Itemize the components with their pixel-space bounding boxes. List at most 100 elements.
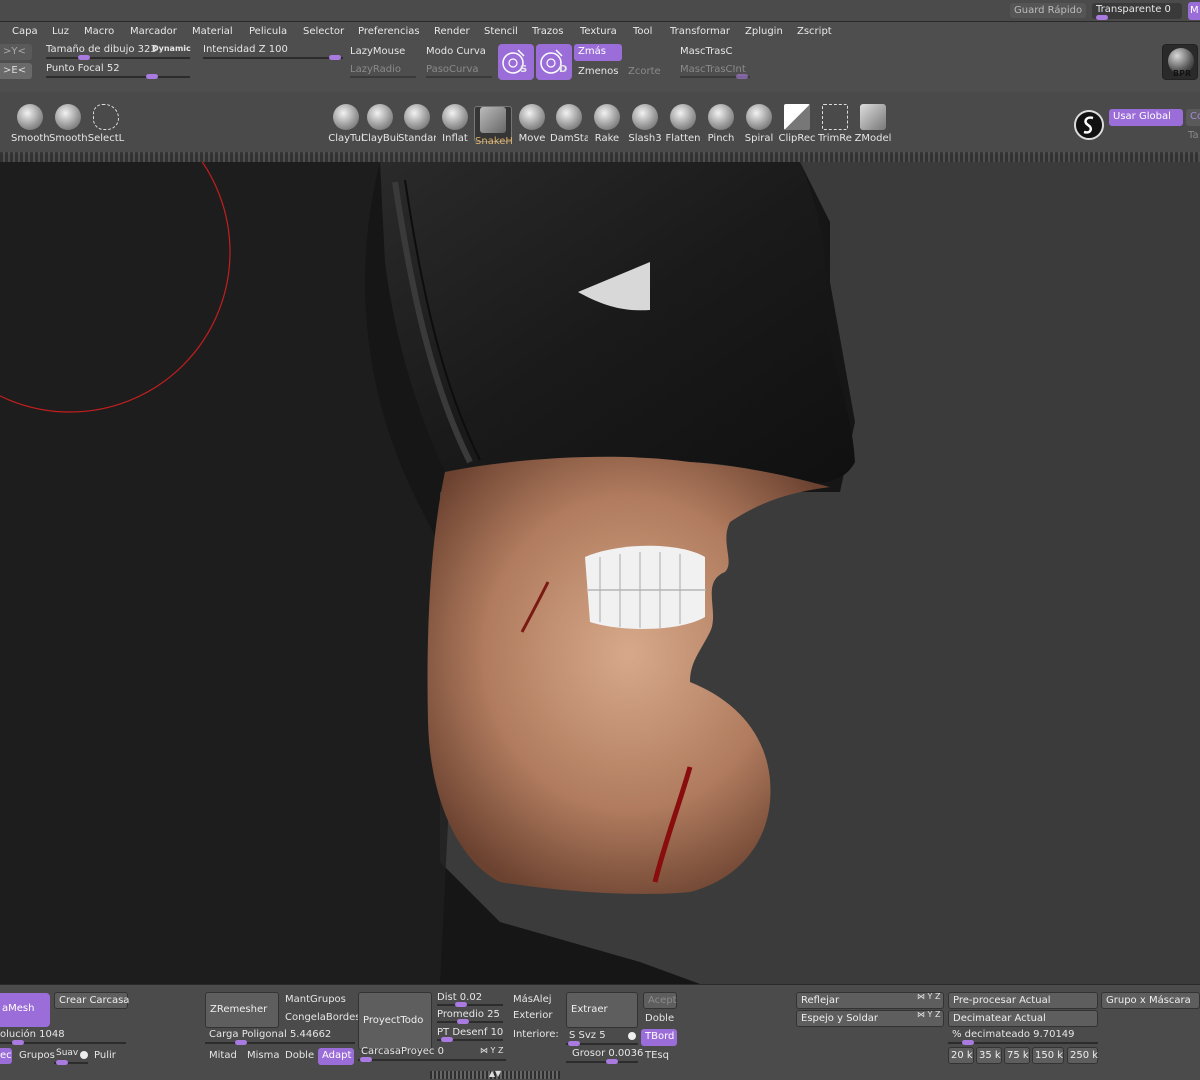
dist-slider[interactable] — [437, 1002, 503, 1007]
double-sided-button[interactable]: Doble — [645, 1013, 674, 1024]
tborder-button[interactable]: TBord — [641, 1029, 677, 1046]
use-global-button[interactable]: Usar Global — [1109, 109, 1183, 126]
curve-step-slider[interactable] — [426, 76, 492, 78]
extract-button[interactable]: Extraer — [566, 992, 638, 1028]
rgb-d-button[interactable]: D — [536, 44, 572, 80]
brush-damstandard[interactable]: DamSta — [550, 104, 588, 144]
dynamesh-button[interactable]: aMesh — [0, 993, 50, 1027]
menu-zscript[interactable]: Zscript — [797, 26, 832, 37]
rgb-s-button[interactable]: S — [498, 44, 534, 80]
sym-y-button[interactable]: >Y< — [0, 44, 32, 60]
zsub-button[interactable]: Zmenos — [578, 66, 618, 77]
decimate-percent-slider[interactable] — [948, 1040, 1098, 1045]
polygroups-button[interactable]: Grupos — [19, 1050, 55, 1061]
poly-load-slider[interactable] — [205, 1040, 355, 1045]
menu-tool[interactable]: Tool — [633, 26, 652, 37]
curve-step-label[interactable]: PasoCurva — [426, 64, 479, 75]
z-intensity-slider[interactable] — [203, 55, 343, 60]
mask-trasc-int-label[interactable]: MascTrasCInt — [680, 64, 746, 75]
brush-cliprect[interactable]: ClipRec — [778, 104, 816, 144]
inner-button[interactable]: Interiore: — [513, 1029, 559, 1040]
bpr-button[interactable]: BPR — [1162, 44, 1198, 80]
canvas-viewport[interactable] — [0, 162, 1200, 984]
brush-claytubes[interactable]: ClayTul — [327, 104, 365, 144]
make-shell-button[interactable]: Crear Carcasa — [54, 992, 129, 1009]
accept-button[interactable]: Acept — [643, 992, 677, 1009]
draw-size-slider[interactable] — [46, 55, 190, 60]
menu-transformar[interactable]: Transformar — [670, 26, 730, 37]
brush-snakehook[interactable]: SnakeH — [474, 106, 513, 147]
menu-selector[interactable]: Selector — [303, 26, 344, 37]
k35-button[interactable]: 35 k — [976, 1047, 1002, 1064]
lazyradius-label[interactable]: LazyRadio — [350, 64, 401, 75]
menu-pelicula[interactable]: Pelicula — [249, 26, 287, 37]
adapt-button[interactable]: Adapt — [318, 1048, 354, 1065]
double-button[interactable]: Doble — [285, 1050, 314, 1061]
half-button[interactable]: Mitad — [209, 1050, 237, 1061]
zremesher-button[interactable]: ZRemesher — [205, 992, 279, 1028]
brush-spiral[interactable]: Spiral — [740, 104, 778, 144]
brush-trimrect[interactable]: TrimRe — [816, 104, 854, 144]
menu-trazos[interactable]: Trazos — [532, 26, 563, 37]
global-settings-icon[interactable] — [1074, 110, 1104, 140]
tcorner-button[interactable]: TEsq — [645, 1050, 669, 1061]
menu-material[interactable]: Material — [192, 26, 233, 37]
focal-shift-slider[interactable] — [46, 74, 190, 79]
s-smooth-slider[interactable] — [566, 1041, 638, 1046]
menu-stencil[interactable]: Stencil — [484, 26, 518, 37]
panel-collapse-icon[interactable]: ▲▼ — [484, 1069, 506, 1079]
lazymouse-button[interactable]: LazyMouse — [350, 46, 405, 57]
mask-trasc-button[interactable]: MascTrasC — [680, 46, 733, 57]
k20-button[interactable]: 20 k — [948, 1047, 974, 1064]
preprocess-button[interactable]: Pre-procesar Actual — [948, 992, 1098, 1009]
co-button-cut[interactable]: Co — [1186, 109, 1200, 126]
thickness-slider[interactable] — [566, 1059, 638, 1064]
resolution-slider[interactable] — [0, 1040, 126, 1045]
k75-button[interactable]: 75 k — [1004, 1047, 1030, 1064]
menu-capa[interactable]: Capa — [12, 26, 38, 37]
zadd-button[interactable]: Zmás — [574, 44, 622, 61]
menu-marcador[interactable]: Marcador — [130, 26, 177, 37]
brush-slash3[interactable]: Slash3 — [626, 104, 664, 144]
decimate-button[interactable]: Decimatear Actual — [948, 1010, 1098, 1027]
s-smooth-toggle[interactable] — [628, 1032, 636, 1040]
same-button[interactable]: Misma — [247, 1050, 280, 1061]
freeze-borders-button[interactable]: CongelaBordes — [285, 1012, 360, 1023]
menus-toggle-button[interactable]: M — [1188, 2, 1200, 20]
curve-mode-button[interactable]: Modo Curva — [426, 46, 486, 57]
keep-groups-button[interactable]: MantGrupos — [285, 994, 346, 1005]
mean-slider[interactable] — [437, 1019, 503, 1024]
smooth-slider[interactable] — [54, 1060, 88, 1065]
menu-render[interactable]: Render — [434, 26, 470, 37]
brush-selectl[interactable]: SelectL — [87, 104, 125, 144]
polish-button[interactable]: Pulir — [94, 1050, 116, 1061]
smooth-toggle[interactable] — [80, 1051, 88, 1059]
brush-zmodeler[interactable]: ZModel — [854, 104, 892, 144]
brush-pinch[interactable]: Pinch — [702, 104, 740, 144]
outer-button[interactable]: Exterior — [513, 1010, 552, 1021]
menu-textura[interactable]: Textura — [580, 26, 617, 37]
brush-smooth[interactable]: Smooth — [11, 104, 49, 144]
project-all-button[interactable]: ProyectTodo — [358, 992, 432, 1050]
brush-claybuildup[interactable]: ClayBui — [361, 104, 399, 144]
menu-luz[interactable]: Luz — [52, 26, 69, 37]
brush-smooth-2[interactable]: Smooth — [49, 104, 87, 144]
menu-zplugin[interactable]: Zplugin — [745, 26, 783, 37]
project-button-cut[interactable]: ec — [0, 1048, 12, 1064]
brush-flatten[interactable]: Flatten — [664, 104, 702, 144]
pt-blur-slider[interactable] — [437, 1037, 503, 1042]
menu-preferencias[interactable]: Preferencias — [358, 26, 420, 37]
group-by-mask-button[interactable]: Grupo x Máscara — [1101, 992, 1200, 1009]
menu-macro[interactable]: Macro — [84, 26, 114, 37]
quick-save-button[interactable]: Guard Rápido — [1010, 3, 1087, 18]
brush-rake[interactable]: Rake — [588, 104, 626, 144]
sym-e-button[interactable]: >E< — [0, 63, 32, 79]
brush-move[interactable]: Move — [513, 104, 551, 144]
k150-button[interactable]: 150 k — [1032, 1047, 1064, 1064]
shell-project-slider[interactable] — [358, 1057, 506, 1062]
brush-inflate[interactable]: Inflat — [436, 104, 474, 144]
mask-trasc-int-slider[interactable] — [680, 74, 750, 79]
mirror-axis-icon[interactable]: ⋈ Y Z — [917, 992, 940, 1001]
lazyradius-slider[interactable] — [350, 76, 416, 78]
zcut-button[interactable]: Zcorte — [628, 66, 661, 77]
